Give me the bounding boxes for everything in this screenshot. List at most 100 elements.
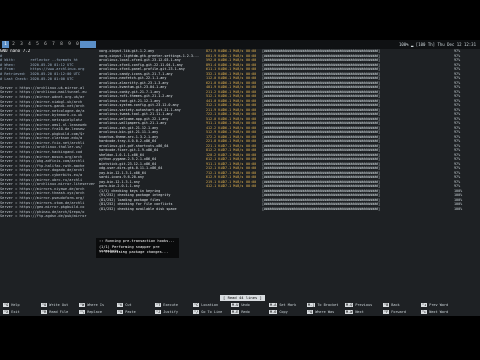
workspace-button[interactable]: 6 xyxy=(42,41,49,48)
shortcut-key: ^J xyxy=(155,310,162,314)
shortcut-key: ^▸ xyxy=(421,310,428,314)
shortcut-label: Paste xyxy=(125,310,136,314)
workspace-button[interactable]: 2 xyxy=(10,41,17,48)
nano-status-text: [ Read 44 lines ] xyxy=(220,295,265,301)
shortcut-cut[interactable]: ^K Cut xyxy=(117,302,132,308)
shortcut-key: M-E xyxy=(231,310,240,314)
shortcut-label: Set Mark xyxy=(279,303,297,307)
mirrorlist-server-line: Server = https://mirror.wdnet.org.uk/ar xyxy=(0,94,85,99)
shortcut-label: Prev Word xyxy=(429,303,449,307)
download-eta: 00:00 xyxy=(246,184,257,188)
hook-dialog: :: Running pre-transaction hooks... (1/1)… xyxy=(96,238,179,258)
shortcut-label: Undo xyxy=(241,303,250,307)
shortcut-key: ^/ xyxy=(193,310,200,314)
workspace-button[interactable]: 5 xyxy=(34,41,41,48)
shortcut-label: Read File xyxy=(49,310,69,314)
progress-bar: [#######################################… xyxy=(262,206,380,211)
shortcut-where-is[interactable]: ^W Where Is xyxy=(79,302,104,308)
hook-line: :: Running pre-transaction hooks... xyxy=(99,239,175,243)
shortcut-key: M-Q xyxy=(345,303,354,307)
shortcut-copy[interactable]: M-6 Copy xyxy=(269,309,288,315)
hook-line: :: Processing package changes... xyxy=(99,250,169,254)
shortcut-write-out[interactable]: ^O Write Out xyxy=(41,302,68,308)
package-size: 412.1 KiB xyxy=(206,184,225,188)
system-tray: 100% ▂ [100 Th] Thu Dec 12 12:31 xyxy=(398,42,476,47)
shortcut-label: Help xyxy=(11,303,20,307)
download-speed: 27.1 MiB/s xyxy=(223,184,244,188)
nano-status-bar: [ Read 44 lines ] xyxy=(0,295,480,301)
shortcut-undo[interactable]: M-U Undo xyxy=(231,302,250,308)
mirrorlist-server-line: Server = https://mirror.netzspielplatz xyxy=(0,117,83,122)
shortcut-key: M-] xyxy=(307,303,316,307)
shortcut-justify[interactable]: ^J Justify xyxy=(155,309,178,315)
shortcut-prev-word[interactable]: ^◂ Prev Word xyxy=(421,302,448,308)
shortcut-next[interactable]: M-W Next xyxy=(345,309,364,315)
shortcut-label: Exit xyxy=(11,310,20,314)
workspace-button[interactable]: 1 xyxy=(2,41,9,48)
shortcut-location[interactable]: ^C Location xyxy=(193,302,218,308)
shortcut-label: Previous xyxy=(355,303,373,307)
workspace-button[interactable]: 3 xyxy=(18,41,25,48)
shortcut-label: Forward xyxy=(391,310,406,314)
shortcut-key: ^T xyxy=(155,303,162,307)
shortcut-forward[interactable]: ^F Forward xyxy=(383,309,406,315)
shortcut-label: Replace xyxy=(87,310,102,314)
shortcut-go-to-line[interactable]: ^/Go To Line xyxy=(193,309,222,315)
shortcut-key: ^F xyxy=(383,310,390,314)
shortcut-label: Justify xyxy=(163,310,178,314)
shortcut-key: ^Q xyxy=(307,310,314,314)
progress-percent: 100% xyxy=(454,206,463,211)
shortcut-key: M-U xyxy=(231,303,240,307)
shortcut-key: ^◂ xyxy=(421,303,428,307)
mirrorlist-server-line: Server = https://mirror.fra10.de.leasew xyxy=(0,127,85,132)
shortcut-where-was[interactable]: ^Q Where Was xyxy=(307,309,334,315)
nano-shortcut-bar: ^G Help ^O Write Out ^W Where Is ^K Cut ^T Execut… xyxy=(0,302,480,316)
shortcut-label: Cut xyxy=(125,303,132,307)
mirrorlist-server-line: Server = https://ftp.agdsn.de/pub/mirror xyxy=(0,214,87,219)
shortcut-label: Copy xyxy=(279,310,288,314)
shortcut-key: ^C xyxy=(193,303,200,307)
shortcut-replace[interactable]: ^\ Replace xyxy=(79,309,102,315)
shortcut-key: M-W xyxy=(345,310,354,314)
shortcut-paste[interactable]: ^U Paste xyxy=(117,309,136,315)
shortcut-help[interactable]: ^G Help xyxy=(3,302,20,308)
shortcut-exit[interactable]: ^X Exit xyxy=(3,309,20,315)
shortcut-label: Back xyxy=(391,303,400,307)
shortcut-key: ^\ xyxy=(79,310,86,314)
shortcut-key: ^K xyxy=(117,303,124,307)
shortcut-key: ^O xyxy=(41,303,48,307)
mirrorlist-server-line: Server = https://mirror.hackingand.cod xyxy=(0,150,83,155)
shortcut-label: Where Is xyxy=(87,303,105,307)
mirrorlist-server-line: Server = https://mirror.cyberbits.eu/a xyxy=(0,173,83,178)
workspace-button[interactable]: 8 xyxy=(58,41,65,48)
shortcut-previous[interactable]: M-Q Previous xyxy=(345,302,372,308)
shortcut-label: Go To Line xyxy=(201,310,223,314)
workspace-button[interactable]: 9 xyxy=(66,41,73,48)
workspace-button[interactable]: 0 xyxy=(74,41,81,48)
pacman-terminal-pane[interactable]: xorg-xinput-lib-git-1.2-any 871.9 KiB 26.1… xyxy=(96,49,480,259)
shortcut-key: M-A xyxy=(269,303,278,307)
shortcut-label: Next xyxy=(355,310,364,314)
shortcut-key: ^R xyxy=(41,310,48,314)
active-window-title[interactable] xyxy=(80,41,96,48)
workspace-button[interactable]: 4 xyxy=(26,41,33,48)
shortcut-redo[interactable]: M-E Redo xyxy=(231,309,250,315)
shortcut-key: ^X xyxy=(3,310,10,314)
shortcut-label: To Bracket xyxy=(317,303,339,307)
mirrorlist-server-line: Server = https://mirror.pseudoform.org/ xyxy=(0,196,85,200)
shortcut-set-mark[interactable]: M-A Set Mark xyxy=(269,302,296,308)
shortcut-execute[interactable]: ^T Execute xyxy=(155,302,178,308)
shortcut-key: ^W xyxy=(79,303,86,307)
nano-editor-pane[interactable]: GNU nano 7.2 # # With: reflector --formats… xyxy=(0,49,95,259)
workspace-button[interactable]: 7 xyxy=(50,41,57,48)
shortcut-key: ^G xyxy=(3,303,10,307)
shortcut-read-file[interactable]: ^R Read File xyxy=(41,309,68,315)
shortcut-label: Redo xyxy=(241,310,250,314)
shortcut-label: Execute xyxy=(163,303,178,307)
shortcut-next-word[interactable]: ^▸ Next Word xyxy=(421,309,448,315)
shortcut-label: Where Was xyxy=(315,310,335,314)
desktop-screen: 100% ▂ [100 Th] Thu Dec 12 12:31 GNU nan… xyxy=(0,40,480,316)
check-text: (81/252) checking available disk space xyxy=(99,206,177,211)
shortcut-to-bracket[interactable]: M-] To Bracket xyxy=(307,302,338,308)
shortcut-back[interactable]: ^B Back xyxy=(383,302,400,308)
